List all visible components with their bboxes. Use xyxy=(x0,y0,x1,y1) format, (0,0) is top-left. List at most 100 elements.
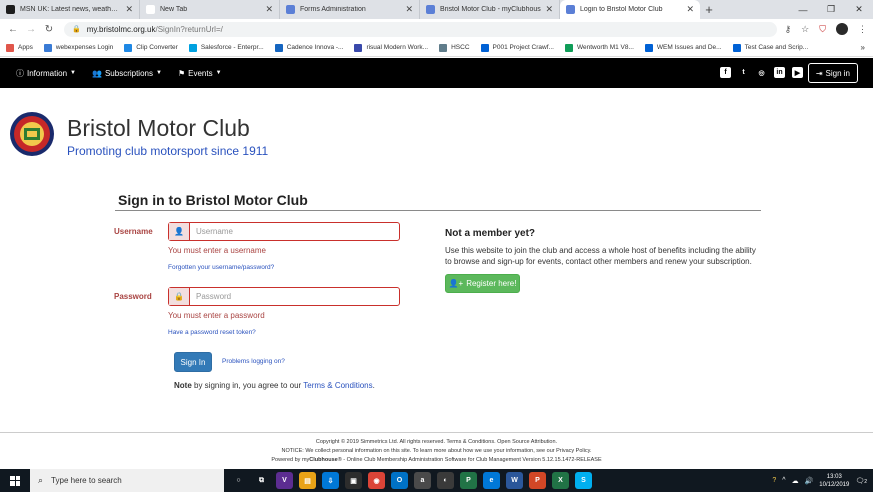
tab-favicon-icon xyxy=(286,5,295,14)
signin-button[interactable]: Sign In xyxy=(174,352,212,372)
nav-subscriptions[interactable]: 👥 Subscriptions ▼ xyxy=(92,69,162,78)
bookmark-item[interactable]: Wentworth M1 V8... xyxy=(564,43,634,52)
facebook-icon[interactable]: f xyxy=(720,67,731,78)
browser-tab[interactable]: Forms Administration ✕ xyxy=(280,0,420,19)
username-error: You must enter a username xyxy=(168,246,266,255)
bookmark-item[interactable]: P001 Project Crawf... xyxy=(480,43,554,52)
powered-pre: Powered by my xyxy=(271,457,310,463)
not-member-heading: Not a member yet? xyxy=(445,228,536,239)
not-member-text: Use this website to join the club and ac… xyxy=(445,246,756,266)
password-input[interactable] xyxy=(190,288,399,305)
taskbar-app-icon[interactable]: ▤ xyxy=(299,472,316,489)
twitter-icon[interactable]: t xyxy=(738,67,749,78)
taskbar-app-icon[interactable]: ○ xyxy=(230,472,247,489)
taskbar-app-icon[interactable]: e xyxy=(483,472,500,489)
bookmark-label: Wentworth M1 V8... xyxy=(576,44,634,51)
key-icon[interactable]: ⚷ xyxy=(785,24,792,35)
bookmark-item[interactable]: Apps xyxy=(6,43,33,52)
reload-icon[interactable]: ↻ xyxy=(42,24,56,35)
browser-tab[interactable]: Login to Bristol Motor Club ✕ xyxy=(560,0,700,19)
nav-signin-label: Sign in xyxy=(825,68,850,78)
register-button[interactable]: 👤+ Register here! xyxy=(445,274,520,293)
close-tab-icon[interactable]: ✕ xyxy=(686,4,694,15)
taskbar-search[interactable]: ⌕ Type here to search xyxy=(30,469,224,492)
forgot-credentials-link[interactable]: Forgotten your username/password? xyxy=(168,264,274,271)
reset-token-link[interactable]: Have a password reset token? xyxy=(168,329,256,336)
minimize-button[interactable]: — xyxy=(789,0,817,19)
nav-events[interactable]: ⚑ Events ▼ xyxy=(178,69,222,78)
taskbar-app-icon[interactable]: O xyxy=(391,472,408,489)
restore-button[interactable]: ❐ xyxy=(817,0,845,19)
bookmarks-overflow-button[interactable]: » xyxy=(861,43,865,52)
instagram-icon[interactable]: ◎ xyxy=(756,67,767,78)
url-field[interactable]: 🔒 my.bristolmc.org.uk/SignIn?returnUrl=/ xyxy=(64,21,777,37)
bookmark-label: Apps xyxy=(18,44,33,51)
menu-icon[interactable]: ⋮ xyxy=(858,24,867,35)
bookmark-item[interactable]: Clip Converter xyxy=(124,43,178,52)
taskbar-app-icon[interactable]: ⇩ xyxy=(322,472,339,489)
close-tab-icon[interactable]: ✕ xyxy=(125,4,133,15)
bookmark-label: Clip Converter xyxy=(136,44,178,51)
nav-information[interactable]: ⓘ Information ▼ xyxy=(16,68,76,79)
taskbar-app-icon[interactable]: ◐ xyxy=(437,472,454,489)
footer-copyright: Copyright © 2019 Simmetrics Ltd. All rig… xyxy=(315,439,558,445)
close-tab-icon[interactable]: ✕ xyxy=(545,4,553,15)
terms-link[interactable]: Terms & Conditions xyxy=(303,381,372,390)
start-button[interactable] xyxy=(0,469,30,492)
taskbar-app-icon[interactable]: P xyxy=(460,472,477,489)
window-controls: — ❐ ✕ xyxy=(789,0,873,19)
username-input[interactable] xyxy=(190,223,399,240)
taskbar-app-icon[interactable]: W xyxy=(506,472,523,489)
bookmark-item[interactable]: Cadence Innova -... xyxy=(274,43,343,52)
bookmark-icon xyxy=(274,43,283,52)
notifications-icon[interactable]: 🗨2 xyxy=(855,477,867,485)
new-tab-button[interactable]: + xyxy=(700,0,718,19)
star-icon[interactable]: ☆ xyxy=(801,24,809,35)
taskbar-app-icon[interactable]: ▣ xyxy=(345,472,362,489)
bookmark-label: P001 Project Crawf... xyxy=(492,44,554,51)
add-user-icon: 👤+ xyxy=(448,279,464,288)
taskbar-app-icon[interactable]: V xyxy=(276,472,293,489)
info-icon: ⓘ xyxy=(16,68,24,78)
browser-tab[interactable]: Bristol Motor Club - myClubhous ✕ xyxy=(420,0,560,19)
taskbar-app-icon[interactable]: S xyxy=(575,472,592,489)
notification-count: 2 xyxy=(864,478,867,485)
taskbar-app-icon[interactable]: X xyxy=(552,472,569,489)
close-tab-icon[interactable]: ✕ xyxy=(265,4,273,15)
tab-label: Forms Administration xyxy=(300,6,366,13)
bookmark-label: Test Case and Scrip... xyxy=(744,44,809,51)
taskbar-app-icon[interactable]: ◉ xyxy=(368,472,385,489)
bookmark-item[interactable]: HSCC xyxy=(439,43,470,52)
youtube-icon[interactable]: ▶ xyxy=(792,67,803,78)
register-label: Register here! xyxy=(466,279,517,288)
browser-tab[interactable]: New Tab ✕ xyxy=(140,0,280,19)
password-error: You must enter a password xyxy=(168,311,265,320)
bookmark-item[interactable]: webexpenses Login xyxy=(43,43,113,52)
club-logo xyxy=(10,112,54,156)
bookmark-item[interactable]: WEM Issues and De... xyxy=(644,43,722,52)
extension-icon[interactable]: ⛉ xyxy=(819,24,826,35)
profile-avatar[interactable] xyxy=(836,23,848,35)
close-window-button[interactable]: ✕ xyxy=(845,0,873,19)
browser-tab[interactable]: MSN UK: Latest news, weather, H ✕ xyxy=(0,0,140,19)
caret-down-icon: ▼ xyxy=(215,70,222,76)
back-icon[interactable]: ← xyxy=(6,24,20,35)
clock-time: 13:03 xyxy=(826,473,842,480)
nav-signin-button[interactable]: ⇥ Sign in xyxy=(807,63,858,83)
forward-icon[interactable]: → xyxy=(24,24,38,35)
taskbar-app-icon[interactable]: ⧉ xyxy=(253,472,270,489)
problems-logging-on-link[interactable]: Problems logging on? xyxy=(222,358,285,365)
bookmark-item[interactable]: Salesforce - Enterpr... xyxy=(188,43,264,52)
bookmark-item[interactable]: risual Modern Work... xyxy=(354,43,428,52)
clock[interactable]: 13:03 10/12/2019 xyxy=(819,473,849,489)
taskbar-app-icon[interactable]: a xyxy=(414,472,431,489)
chevron-up-icon[interactable]: ^ xyxy=(782,477,785,484)
help-icon[interactable]: ? xyxy=(772,477,776,484)
network-icon[interactable]: ☁ xyxy=(792,477,799,485)
bookmark-item[interactable]: Test Case and Scrip... xyxy=(732,43,809,52)
volume-icon[interactable]: 🔊 xyxy=(805,477,814,485)
taskbar-app-icon[interactable]: P xyxy=(529,472,546,489)
clock-date: 10/12/2019 xyxy=(819,481,850,488)
linkedin-icon[interactable]: in xyxy=(774,67,785,78)
close-tab-icon[interactable]: ✕ xyxy=(405,4,413,15)
